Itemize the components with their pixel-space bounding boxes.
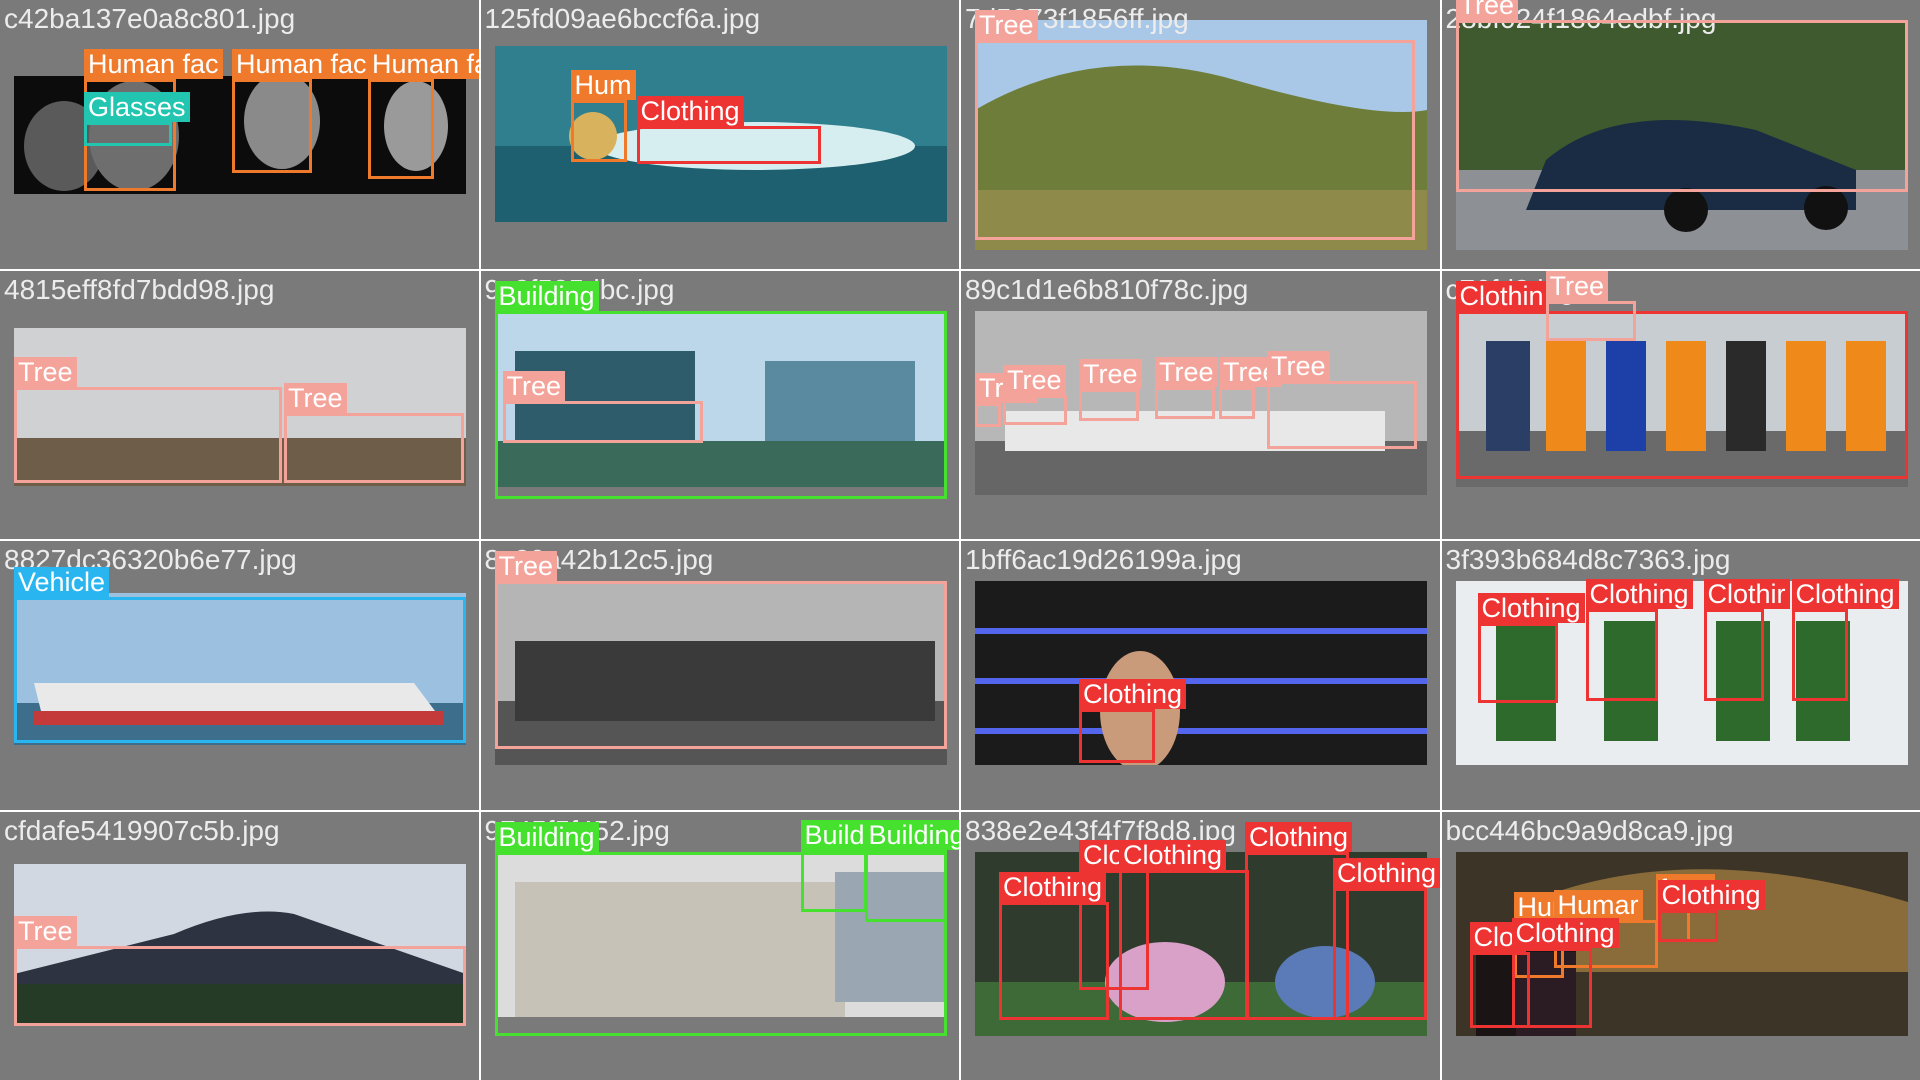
box-label: Tree [284,382,347,413]
tree-box: Tree [975,372,1038,427]
tree-box: Tree [975,10,1415,240]
box-label: Tree [502,370,566,401]
clothing-box: Clothir [1703,579,1790,701]
box-label: Clothin [1455,280,1548,311]
box-label: Clothir [1703,579,1790,609]
box-label: Clothing [1791,579,1899,609]
tile: bcc446bc9a9d8ca9.jpg face Clothing Hun H… [1441,811,1920,1080]
box-label: Clothing [1333,857,1440,888]
face-box: Human fac [232,49,371,173]
clothing-box: Clothing [1119,839,1249,1020]
box-label: Clothing [636,96,744,126]
tile: c42ba137e0a8c801.jpg Human fac Human fac… [0,0,479,269]
clothing-box: Clothing [1079,679,1187,763]
tree-box: Tree [1155,356,1218,419]
tile: 3f393b684d8c7363.jpg Clothing Clothing C… [1441,541,1920,810]
clothing-box: Clothin [1455,280,1908,479]
tile: 8827dc36320b6e77.jpg Vehicle [0,541,479,810]
tile-filename: bcc446bc9a9d8ca9.jpg [1445,814,1734,846]
box-label: Tree [494,551,558,581]
tile: 7d5373f1856ff.jpg Tree [961,0,1440,269]
tree-box: Tree [1545,270,1636,341]
tree-box: Tree [1267,350,1417,449]
tile-filename: 3f393b684d8c7363.jpg [1445,544,1731,575]
face-box: Hum [570,70,636,162]
box-label: Tree [1267,350,1330,381]
tile: 838e2e43f4f7f8d8.jpg Clothing Clo Clothi… [961,811,1440,1080]
box-label: Tree [1545,270,1609,301]
box-label: Human fac [84,49,223,79]
box-label: Tree [14,356,77,387]
tree-box: Tree [1455,0,1908,192]
clothing-box: Clothing [1791,579,1899,701]
box-label: Hum [570,70,636,100]
tree-box: Tree [14,356,282,483]
box-label: Tree [975,10,1038,40]
box-label: Clothing [1511,917,1619,948]
tree-box: Tree [502,370,703,443]
clothing-box: Clothing [1657,879,1765,942]
box-label: Building [494,280,599,311]
face-box: Human face [368,49,479,179]
box-label: Vehicle [14,567,110,597]
clothing-box: Clothing [636,96,821,164]
tree-box: Tree [1003,364,1067,425]
tree-box: Tree [494,551,947,749]
tile: c76fd8.jpg Clothin Tree [1441,270,1920,539]
tile-filename: 89c1d1e6b810f78c.jpg [965,273,1249,305]
tile: 125fd09ae6bccf6a.jpg Hum Clothing [480,0,959,269]
box-label: Clothing [1245,821,1353,852]
box-label: Clothing [1477,593,1585,623]
box-label: Glasses [84,92,190,122]
tile-filename: 1bff6ac19d26199a.jpg [965,544,1242,575]
tile: 9745f5f452.jpg Building Build Building [480,811,959,1080]
tree-box: Tree [1219,356,1282,419]
detection-mosaic: c42ba137e0a8c801.jpg Human fac Human fac… [0,0,1920,1080]
tile: 4815eff8fd7bdd98.jpg Tree Tree [0,270,479,539]
box-label: Tree [14,915,77,946]
tile-filename: 4815eff8fd7bdd98.jpg [4,273,275,305]
tile: 8c20a42b12c5.jpg Tree [480,541,959,810]
box-label: Tree [1455,0,1519,20]
box-label: Tree [1079,358,1142,389]
box-label: Humar [1553,889,1643,920]
tree-box: Tree [1079,358,1142,421]
box-label: Tree [1003,364,1066,395]
clothing-box: Clothing [1585,579,1693,701]
tile-photo [975,581,1427,765]
clothing-box: Clothing [1333,857,1440,1020]
clothing-box: Clothing [1511,917,1619,1028]
tile-filename: c42ba137e0a8c801.jpg [4,3,296,34]
tile: 9c8f585dbc.jpg Building Tree [480,270,959,539]
tile: 89c1d1e6b810f78c.jpg Tree Tree Tree Tree… [961,270,1440,539]
tile: 1bff6ac19d26199a.jpg Clothing [961,541,1440,810]
glasses-box: Glasses [84,92,190,146]
box-label: Building [864,819,959,850]
box-label: Clothing [1079,679,1187,709]
tree-box: Tree [284,382,464,483]
tile: 28bf024f1864edbf.jpg Tree [1441,0,1920,269]
box-label: Human face [368,49,479,79]
box-label: Build [800,819,869,850]
tile-filename: 125fd09ae6bccf6a.jpg [484,3,761,34]
box-label: Clothing [1657,879,1765,910]
tile: cfdafe5419907c5b.jpg Tree [0,811,479,1080]
building-box: Build [800,819,869,912]
box-label: Clothing [1119,839,1227,870]
box-label: Tree [1155,356,1218,387]
tile-filename: cfdafe5419907c5b.jpg [4,814,280,846]
clothing-box: Clothing [1477,593,1585,703]
vehicle-box: Vehicle [14,567,466,743]
tree-box: Tree [14,915,466,1026]
box-label: Building [494,821,599,852]
building-box: Building [864,819,959,922]
box-label: Clothing [1585,579,1693,609]
box-label: Human fac [232,49,371,79]
